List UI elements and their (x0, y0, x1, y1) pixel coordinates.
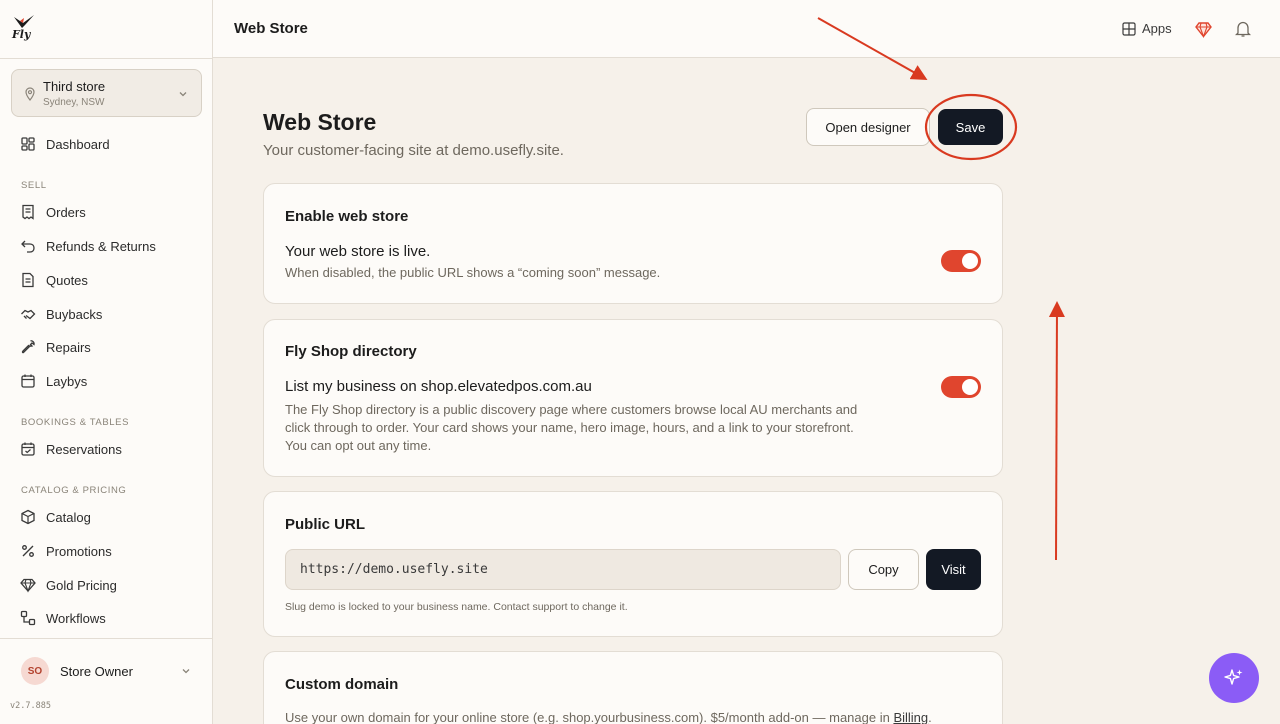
sidebar-item-label: Catalog (46, 509, 91, 525)
setting-title: Your web store is live. (285, 243, 431, 260)
setting-description-line: The Fly Shop directory is a public disco… (285, 402, 858, 417)
sidebar-section-sell: SELL (21, 180, 47, 191)
setting-description-line: You can opt out any time. (285, 438, 432, 453)
sidebar: Fly Third store Sydney, NSW Dashboard SE… (0, 0, 213, 724)
sidebar-item-orders[interactable]: Orders (20, 202, 86, 222)
page-title: Web Store (263, 109, 377, 135)
sidebar-item-buybacks[interactable]: Buybacks (20, 304, 102, 324)
sidebar-item-laybys[interactable]: Laybys (20, 371, 87, 391)
user-name: Store Owner (60, 663, 133, 679)
sidebar-item-reservations[interactable]: Reservations (20, 439, 122, 459)
sidebar-item-label: Repairs (46, 339, 91, 355)
chevron-down-icon (179, 92, 187, 97)
sidebar-item-gold-pricing[interactable]: Gold Pricing (20, 575, 117, 595)
percent-icon (20, 543, 36, 559)
visit-button[interactable]: Visit (926, 549, 981, 590)
card-title: Fly Shop directory (285, 343, 417, 360)
divider (0, 58, 213, 59)
undo-icon (20, 238, 36, 254)
save-button[interactable]: Save (938, 109, 1003, 145)
sidebar-item-promotions[interactable]: Promotions (20, 541, 112, 561)
sidebar-item-quotes[interactable]: Quotes (20, 270, 88, 290)
store-location: Sydney, NSW (43, 97, 105, 108)
custom-domain-description: Use your own domain for your online stor… (285, 709, 932, 724)
bell-icon[interactable] (1235, 20, 1251, 38)
dashboard-icon (20, 136, 36, 152)
copy-button[interactable]: Copy (848, 549, 919, 590)
sidebar-item-catalog[interactable]: Catalog (20, 507, 91, 527)
sidebar-item-label: Workflows (46, 610, 106, 626)
sidebar-item-label: Buybacks (46, 306, 103, 322)
setting-title: List my business on shop.elevatedpos.com… (285, 378, 592, 395)
apps-label: Apps (1142, 21, 1172, 36)
fly-logo[interactable]: Fly (12, 14, 36, 44)
sidebar-item-label: Orders (46, 204, 86, 220)
shop-directory-card: Fly Shop directory List my business on s… (263, 319, 1003, 477)
sidebar-item-label: Gold Pricing (46, 577, 117, 593)
card-title: Enable web store (285, 208, 409, 225)
document-icon (20, 272, 36, 288)
custom-domain-text: Use your own domain for your online stor… (285, 710, 894, 724)
avatar: SO (21, 657, 49, 685)
toggle-knob (962, 253, 978, 269)
sidebar-section-bookings: BOOKINGS & TABLES (21, 417, 130, 428)
receipt-icon (20, 204, 36, 220)
sidebar-item-label: Promotions (46, 543, 112, 559)
diamond-icon (20, 577, 36, 593)
card-title: Custom domain (285, 676, 399, 693)
sidebar-item-refunds[interactable]: Refunds & Returns (20, 236, 156, 256)
setting-description-line: click through to order. Your card shows … (285, 420, 854, 435)
workflow-icon (20, 610, 36, 626)
grid-icon (1122, 21, 1136, 36)
calendar-icon (20, 373, 36, 389)
sidebar-item-repairs[interactable]: Repairs (20, 337, 91, 357)
calendar-check-icon (20, 441, 36, 457)
handshake-icon (20, 306, 36, 322)
store-selector[interactable]: Third store Sydney, NSW (11, 69, 202, 117)
sidebar-section-catalog: CATALOG & PRICING (21, 485, 127, 496)
sidebar-item-label: Quotes (46, 272, 88, 288)
slug-note: Slug demo is locked to your business nam… (285, 601, 628, 613)
wrench-icon (20, 339, 36, 355)
custom-domain-card: Custom domain Use your own domain for yo… (263, 651, 1003, 724)
logo-text: Fly (12, 28, 31, 41)
box-icon (20, 509, 36, 525)
gem-icon[interactable] (1195, 21, 1212, 38)
sidebar-item-label: Dashboard (46, 136, 110, 152)
topbar-title: Web Store (234, 20, 308, 37)
public-url-field[interactable]: https://demo.usefly.site (285, 549, 841, 590)
sidebar-item-dashboard[interactable]: Dashboard (20, 134, 110, 154)
toggle-knob (962, 379, 978, 395)
app-version: v2.7.885 (10, 701, 51, 711)
page-subtitle: Your customer-facing site at demo.usefly… (263, 142, 564, 159)
store-name: Third store (43, 79, 106, 94)
sparkle-icon (1224, 669, 1243, 685)
custom-domain-text-end: . (928, 710, 932, 724)
billing-link[interactable]: Billing (893, 710, 928, 724)
sidebar-item-label: Laybys (46, 373, 88, 389)
divider (0, 638, 213, 639)
sidebar-item-workflows[interactable]: Workflows (20, 608, 106, 628)
public-url-card: Public URL https://demo.usefly.site Copy… (263, 491, 1003, 637)
enable-web-store-toggle[interactable] (941, 250, 981, 272)
ai-assistant-button[interactable] (1209, 653, 1259, 703)
enable-web-store-card: Enable web store Your web store is live.… (263, 183, 1003, 304)
setting-description: When disabled, the public URL shows a “c… (285, 265, 661, 280)
top-bar: Web Store Apps (213, 0, 1280, 58)
user-menu[interactable]: SO Store Owner (21, 657, 196, 685)
shop-directory-toggle[interactable] (941, 376, 981, 398)
annotation-arrow (1048, 301, 1065, 561)
open-designer-button[interactable]: Open designer (806, 108, 930, 146)
apps-button[interactable]: Apps (1122, 21, 1172, 36)
sidebar-item-label: Refunds & Returns (46, 238, 156, 254)
sidebar-item-label: Reservations (46, 441, 122, 457)
map-pin-icon (25, 87, 35, 101)
chevron-down-icon (182, 669, 190, 674)
card-title: Public URL (285, 516, 366, 533)
